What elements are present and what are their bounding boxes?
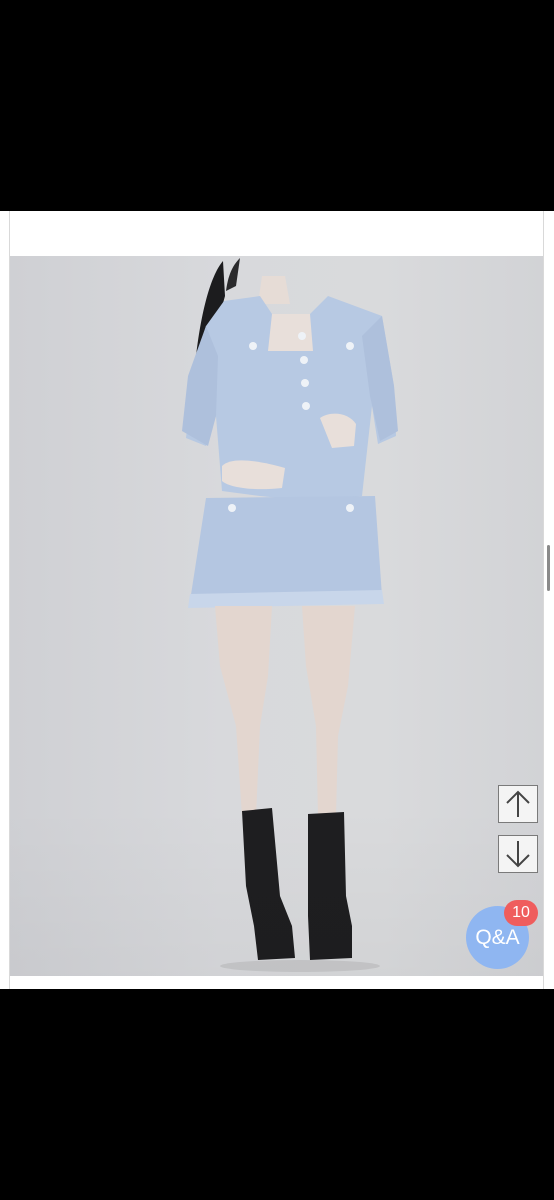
qa-button-label: Q&A: [475, 925, 520, 949]
qa-count-text: 10: [512, 904, 530, 921]
photo-floor-shade: [10, 806, 543, 976]
scroll-down-button[interactable]: [498, 835, 538, 873]
arrow-down-icon: [506, 841, 530, 868]
right-divider: [543, 211, 544, 989]
product-photo: [10, 256, 543, 976]
detail-page: [0, 211, 554, 989]
scroll-up-button[interactable]: [498, 785, 538, 823]
arrow-up-icon: [506, 790, 530, 817]
scrollbar-thumb[interactable]: [547, 545, 550, 591]
qa-count-badge: 10: [504, 900, 538, 926]
